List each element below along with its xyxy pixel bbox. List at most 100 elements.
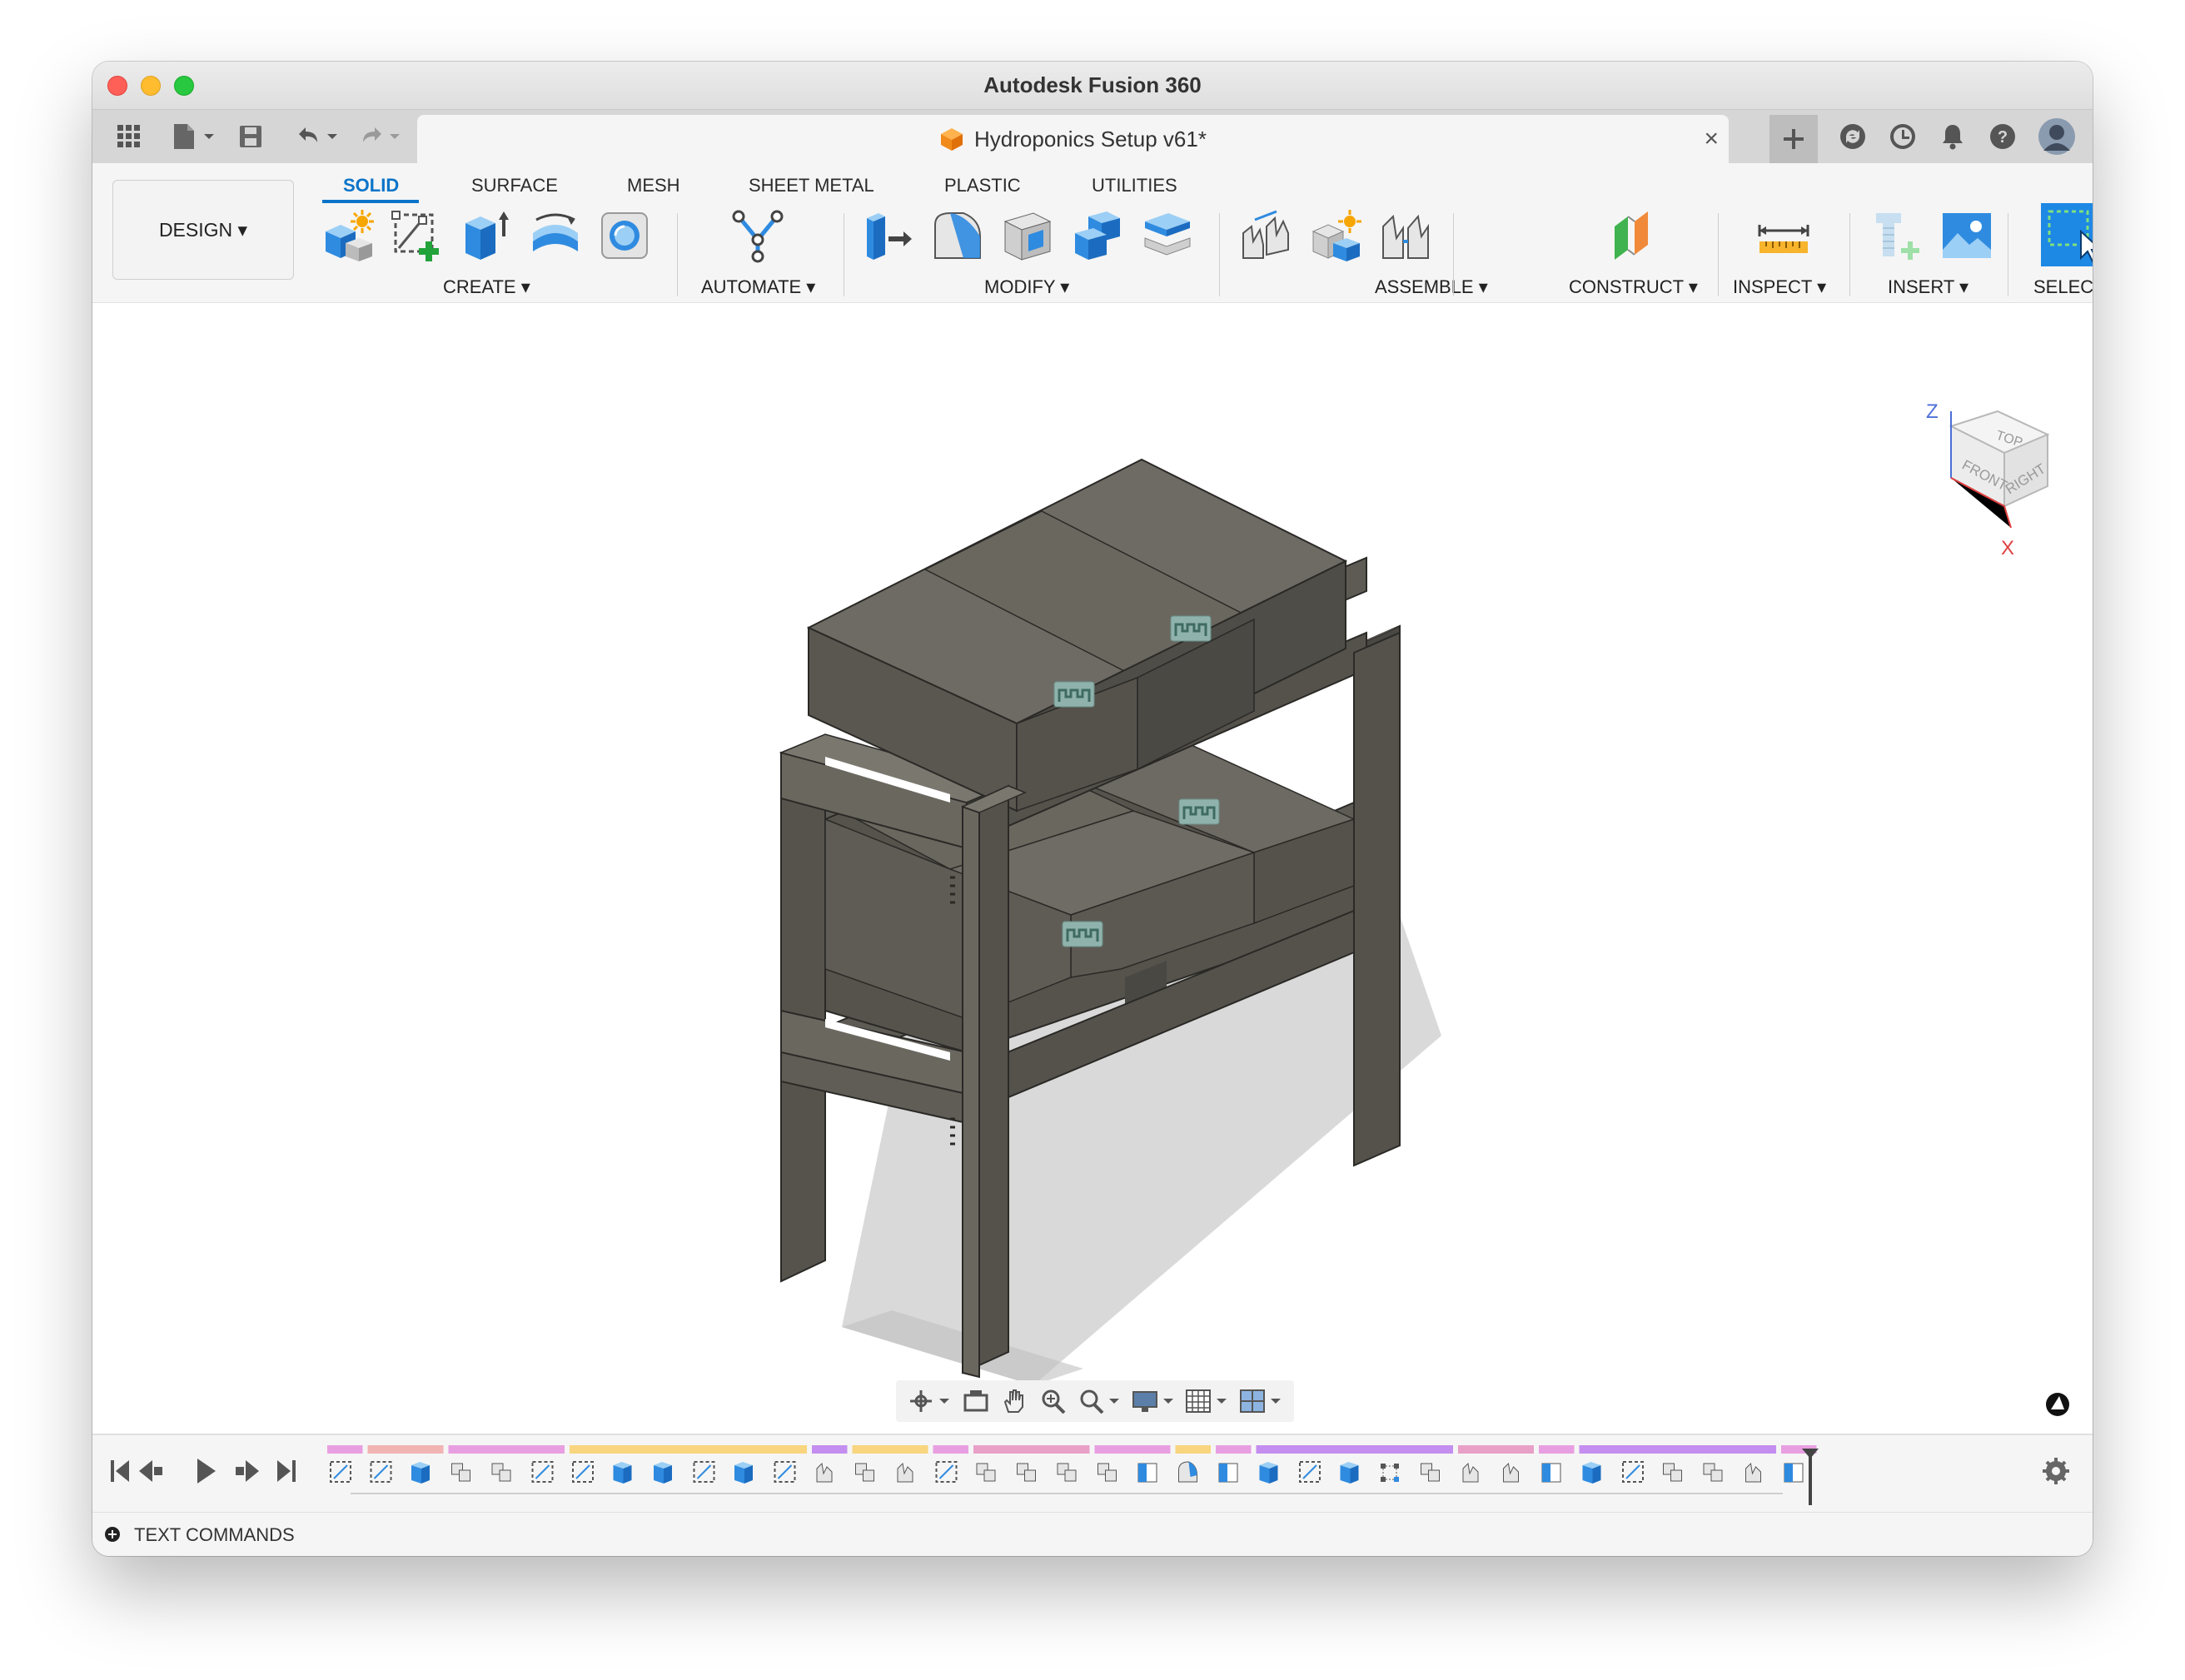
timeline-feature-sketch-icon[interactable] xyxy=(330,1461,351,1483)
timeline-group-bar[interactable] xyxy=(1216,1445,1252,1454)
timeline-feature-extrude-icon[interactable] xyxy=(1340,1462,1359,1484)
offset-face-icon[interactable] xyxy=(1140,208,1195,263)
as-built-joint-icon[interactable] xyxy=(1378,208,1433,263)
timeline-feature-combine-icon[interactable] xyxy=(491,1463,511,1482)
text-commands-bar[interactable]: TEXT COMMANDS xyxy=(92,1512,2093,1556)
history-clock-icon[interactable] xyxy=(1888,122,1918,152)
viewports-icon[interactable] xyxy=(1239,1389,1282,1414)
timeline-group-bar[interactable] xyxy=(327,1445,363,1454)
insert-canvas-icon[interactable] xyxy=(1939,208,1994,263)
job-status-icon[interactable] xyxy=(1838,122,1868,152)
timeline-feature-extrude-icon[interactable] xyxy=(613,1462,632,1484)
timeline-feature-combine-icon[interactable] xyxy=(976,1463,996,1482)
timeline-group-bar[interactable] xyxy=(812,1445,848,1454)
create-sketch-icon[interactable] xyxy=(389,208,444,263)
timeline-feature-combine-icon[interactable] xyxy=(855,1463,874,1482)
timeline-feature-combine-icon[interactable] xyxy=(1663,1463,1682,1482)
timeline-group-bar[interactable] xyxy=(1256,1445,1454,1454)
hole-icon[interactable] xyxy=(597,208,652,263)
measure-icon[interactable] xyxy=(1756,208,1811,263)
timeline-feature-offset-icon[interactable] xyxy=(1541,1463,1561,1483)
extrude-icon[interactable] xyxy=(459,208,514,263)
minimize-window-button[interactable] xyxy=(141,76,161,96)
front-right-leg[interactable] xyxy=(1353,631,1401,1167)
pan-hand-icon[interactable] xyxy=(1000,1389,1028,1414)
back-left-leg[interactable] xyxy=(780,734,826,1283)
timeline-feature-combine-icon[interactable] xyxy=(1421,1463,1440,1482)
timeline-group-bar[interactable] xyxy=(367,1445,444,1454)
timeline-feature-extrude-icon[interactable] xyxy=(411,1462,430,1484)
grid-menu-icon[interactable] xyxy=(104,110,154,163)
fillet-icon[interactable] xyxy=(930,208,985,263)
model-canvas[interactable]: TOP FRONT RIGHT Z X xyxy=(92,303,2093,1432)
select-group-label[interactable]: SELECT ▾ xyxy=(2033,276,2093,298)
timeline-feature-offset-icon[interactable] xyxy=(1137,1463,1157,1483)
tab-utilities[interactable]: UTILITIES xyxy=(1092,175,1177,196)
timeline-feature-joint-icon[interactable] xyxy=(816,1462,833,1483)
timeline-group-bar[interactable] xyxy=(448,1445,565,1454)
timeline-feature-combine-icon[interactable] xyxy=(1703,1463,1723,1482)
view-cube[interactable]: TOP FRONT RIGHT Z X xyxy=(1926,400,2050,559)
timeline-feature-offset-icon[interactable] xyxy=(1218,1463,1238,1483)
shell-icon[interactable] xyxy=(1000,208,1055,263)
insert-group-label[interactable]: INSERT ▾ xyxy=(1888,276,1968,298)
save-icon[interactable] xyxy=(226,110,276,163)
timeline[interactable] xyxy=(92,1435,2093,1513)
new-component-assemble-icon[interactable] xyxy=(1308,208,1363,263)
timeline-feature-extrude-icon[interactable] xyxy=(1582,1462,1601,1484)
timeline-feature-sketch-icon[interactable] xyxy=(370,1461,392,1483)
timeline-group-bar[interactable] xyxy=(973,1445,1090,1454)
close-window-button[interactable] xyxy=(107,76,127,96)
timeline-playback-controls[interactable] xyxy=(111,1459,296,1484)
workspace-switcher-button[interactable]: DESIGN ▾ xyxy=(112,180,294,280)
timeline-feature-joint-icon[interactable] xyxy=(1462,1462,1479,1483)
timeline-group-bar[interactable] xyxy=(570,1445,807,1454)
timeline-feature-joint-icon[interactable] xyxy=(1745,1462,1761,1483)
inspect-group-label[interactable]: INSPECT ▾ xyxy=(1733,276,1826,298)
zoom-window-icon[interactable] xyxy=(1078,1389,1121,1414)
timeline-feature-sketch-icon[interactable] xyxy=(1622,1461,1644,1483)
expand-text-commands-icon[interactable] xyxy=(104,1526,121,1543)
revolve-icon[interactable] xyxy=(528,208,583,263)
file-menu-icon[interactable] xyxy=(162,110,226,163)
press-pull-icon[interactable] xyxy=(860,208,915,263)
timeline-feature-sketch-icon[interactable] xyxy=(693,1461,715,1483)
timeline-group-bar[interactable] xyxy=(1579,1445,1777,1454)
select-icon[interactable] xyxy=(2041,203,2093,266)
timeline-group-bar[interactable] xyxy=(1175,1445,1212,1454)
tab-mesh[interactable]: MESH xyxy=(627,175,680,196)
redo-icon[interactable] xyxy=(352,110,411,163)
create-group-label[interactable]: CREATE ▾ xyxy=(443,276,530,298)
modify-group-label[interactable]: MODIFY ▾ xyxy=(984,276,1069,298)
timeline-marker[interactable] xyxy=(1802,1449,1819,1505)
timeline-feature-joint-icon[interactable] xyxy=(1503,1462,1519,1483)
timeline-feature-extrude-icon[interactable] xyxy=(654,1462,672,1484)
zoom-window-button[interactable] xyxy=(174,76,194,96)
timeline-feature-groups[interactable] xyxy=(327,1445,1817,1454)
timeline-feature-combine-icon[interactable] xyxy=(1057,1463,1077,1482)
construct-group-label[interactable]: CONSTRUCT ▾ xyxy=(1569,276,1698,298)
assemble-group-label[interactable]: ASSEMBLE ▾ xyxy=(1375,276,1488,298)
timeline-features[interactable] xyxy=(330,1461,1804,1484)
timeline-settings-gear-icon[interactable] xyxy=(2043,1458,2069,1484)
automate-icon[interactable] xyxy=(730,208,785,263)
insert-mcmaster-icon[interactable] xyxy=(1871,208,1926,263)
timeline-group-bar[interactable] xyxy=(933,1445,969,1454)
timeline-feature-sketch-icon[interactable] xyxy=(935,1461,958,1483)
timeline-feature-fillet-icon[interactable] xyxy=(1178,1461,1197,1483)
new-component-icon[interactable] xyxy=(321,208,376,263)
timeline-feature-sketch-icon[interactable] xyxy=(774,1461,796,1483)
notifications-bell-icon[interactable] xyxy=(1938,122,1968,152)
timeline-feature-sketch-icon[interactable] xyxy=(572,1461,594,1483)
timeline-group-bar[interactable] xyxy=(1458,1445,1534,1454)
timeline-feature-sketch-icon[interactable] xyxy=(531,1461,554,1483)
automate-group-label[interactable]: AUTOMATE ▾ xyxy=(701,276,815,298)
undo-icon[interactable] xyxy=(286,110,352,163)
tab-sheet-metal[interactable]: SHEET METAL xyxy=(749,175,874,196)
tab-plastic[interactable]: PLASTIC xyxy=(944,175,1021,196)
timeline-feature-joint-icon[interactable] xyxy=(897,1462,913,1483)
joint-icon[interactable] xyxy=(1238,208,1293,263)
look-at-icon[interactable] xyxy=(962,1389,990,1414)
combine-icon[interactable] xyxy=(1070,208,1125,263)
timeline-feature-combine-icon[interactable] xyxy=(1097,1463,1117,1482)
